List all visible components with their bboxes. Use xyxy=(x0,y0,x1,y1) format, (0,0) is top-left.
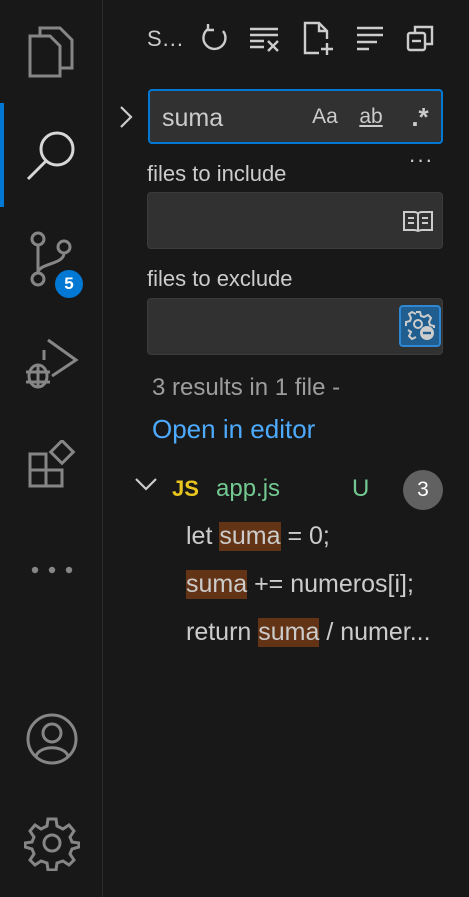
search-input[interactable] xyxy=(162,103,302,133)
panel-title: S... xyxy=(147,26,185,51)
chevron-right-icon xyxy=(120,106,133,128)
account-icon xyxy=(26,713,77,765)
use-exclude-settings-button[interactable] xyxy=(399,305,441,347)
result-file-name: app.js xyxy=(216,475,281,502)
view-as-tree-button[interactable] xyxy=(352,20,388,56)
new-search-editor-button[interactable] xyxy=(300,20,336,56)
match-whole-word-label: ab xyxy=(359,105,383,128)
more-dots-icon: ··· xyxy=(408,147,434,172)
run-debug-icon xyxy=(25,338,79,389)
files-to-include-input[interactable] xyxy=(158,205,388,235)
files-to-exclude-label: files to exclude xyxy=(147,266,293,291)
activity-search[interactable] xyxy=(0,103,103,207)
toggle-replace-button[interactable] xyxy=(114,100,138,134)
search-only-open-editors-button[interactable] xyxy=(400,203,436,239)
match-after: += numeros[i]; xyxy=(247,569,414,598)
chevron-down-icon xyxy=(134,476,158,497)
clear-results-button[interactable] xyxy=(247,20,283,56)
activity-explorer[interactable] xyxy=(0,0,103,104)
activity-extensions[interactable] xyxy=(0,414,103,518)
match-before: return xyxy=(186,617,259,646)
activity-source-control[interactable]: 5 xyxy=(0,207,103,311)
activity-run-debug[interactable] xyxy=(0,310,103,414)
open-in-editor-link[interactable]: Open in editor xyxy=(152,414,315,445)
match-case-label: Aa xyxy=(312,105,338,128)
refresh-icon xyxy=(202,24,227,51)
js-file-icon: JS xyxy=(172,476,199,501)
activity-accounts[interactable] xyxy=(0,687,103,791)
files-to-include-field xyxy=(147,192,443,249)
gear-exclude-icon xyxy=(405,310,435,341)
search-icon xyxy=(26,131,74,181)
book-icon xyxy=(403,211,433,233)
refresh-button[interactable] xyxy=(196,20,232,56)
ellipsis-icon xyxy=(31,566,72,574)
clear-results-icon xyxy=(250,27,279,52)
search-box: Aa ab .* xyxy=(148,89,443,144)
extensions-icon xyxy=(28,440,75,488)
use-regex-label: .* xyxy=(411,101,429,132)
match-before: let xyxy=(186,521,220,550)
search-toolbar: S... xyxy=(104,14,469,62)
collapse-all-icon xyxy=(406,25,434,52)
collapse-all-button[interactable] xyxy=(402,20,438,56)
match-line[interactable]: return suma / numer... xyxy=(186,612,469,652)
search-panel: S... suma Aa ab .* ··· files to include … xyxy=(104,0,469,897)
source-control-badge: 5 xyxy=(52,267,86,301)
match-count-badge: 3 xyxy=(403,470,443,510)
toggle-search-details-button[interactable]: ··· xyxy=(404,147,438,172)
match-case-toggle[interactable]: Aa xyxy=(310,101,340,133)
match-after: / numer... xyxy=(319,617,431,646)
files-to-include-label: files to include xyxy=(147,161,287,186)
match-line[interactable]: let suma = 0; xyxy=(186,516,469,556)
view-as-tree-icon xyxy=(357,26,383,51)
files-icon xyxy=(28,26,73,78)
activity-manage[interactable] xyxy=(0,791,103,895)
match-highlight: suma xyxy=(258,617,320,647)
gear-icon xyxy=(23,817,80,871)
files-to-exclude-input[interactable] xyxy=(158,311,388,341)
results-message: 3 results in 1 file - xyxy=(152,374,341,401)
match-highlight: suma xyxy=(186,569,248,599)
match-line[interactable]: suma += numeros[i]; xyxy=(186,564,469,604)
activity-bar: 5 xyxy=(0,0,103,897)
match-after: = 0; xyxy=(280,521,330,550)
match-whole-word-toggle[interactable]: ab xyxy=(353,101,389,133)
activity-more[interactable] xyxy=(0,518,103,622)
new-search-editor-icon xyxy=(303,21,333,55)
match-highlight: suma xyxy=(219,521,281,551)
files-to-exclude-field xyxy=(147,298,443,355)
result-file-row[interactable]: JS app.js U 3 xyxy=(104,468,469,510)
use-regex-toggle[interactable]: .* xyxy=(402,101,438,133)
untracked-status: U xyxy=(352,475,370,502)
